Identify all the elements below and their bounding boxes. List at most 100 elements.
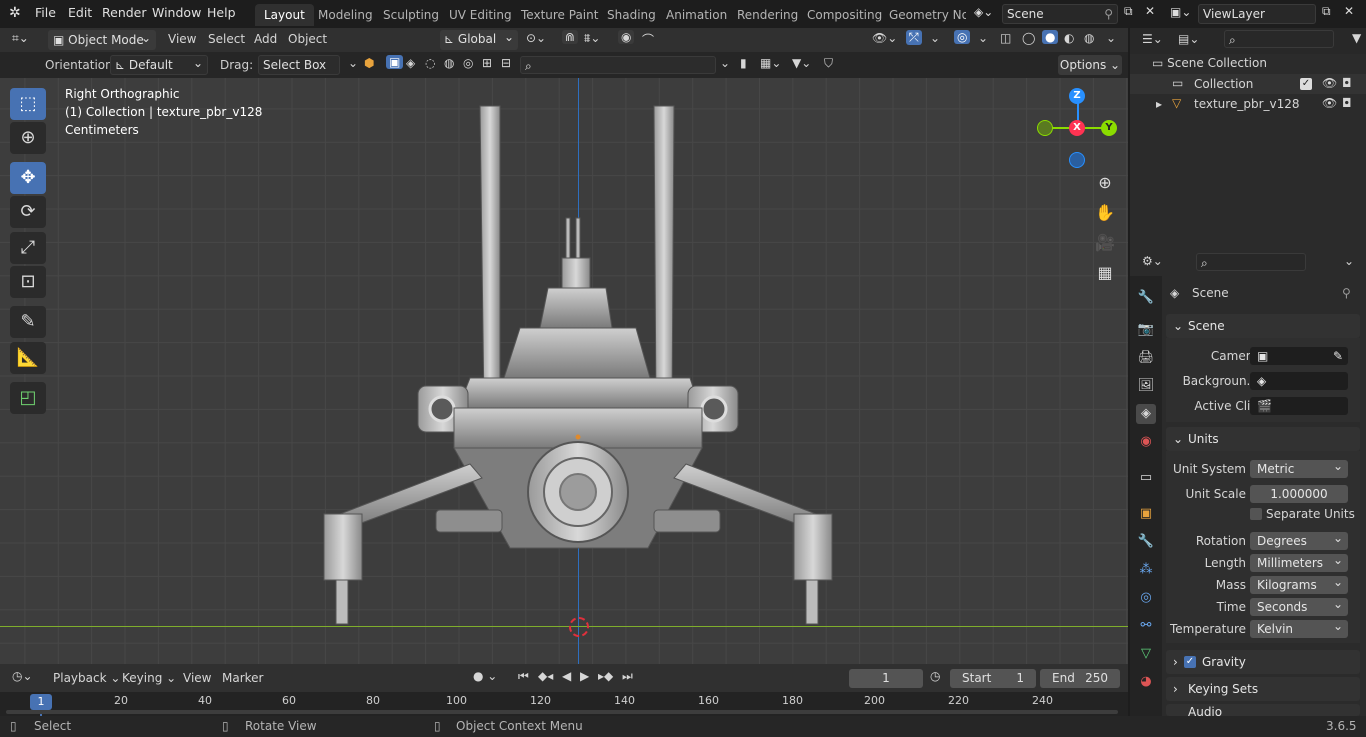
tab-shading[interactable]: Shading [598,4,665,26]
menu-edit[interactable]: Edit [68,5,92,20]
timeline-view-menu[interactable]: View [183,671,211,685]
jump-start-icon[interactable]: ⏮ [518,669,529,684]
curve-filter-icon[interactable]: ◌ [425,56,435,70]
mass-dropdown[interactable]: Kilograms [1250,573,1348,594]
eye-icon[interactable]: 👁 [1322,96,1337,110]
falloff-icon[interactable]: ⌒ [642,31,654,48]
menu-window[interactable]: Window [152,5,201,20]
playhead-indicator[interactable]: 1 [30,694,52,710]
eye-icon[interactable]: 👁 [1322,76,1337,90]
move-tool[interactable]: ✥ [10,162,46,194]
keying-menu[interactable]: Keying ⌄ [122,671,176,685]
add-cube-tool[interactable]: ◰ [10,382,46,414]
orientation-dropdown[interactable]: ⊾ Default ⌄ [110,55,208,75]
properties-editor-icon[interactable]: ⚙⌄ [1142,254,1163,268]
material-tab-icon[interactable]: ◕ [1136,672,1156,692]
light-filter-icon[interactable]: ◍ [444,56,454,70]
navigation-gizmo[interactable]: Z Y X [1036,88,1120,172]
camera-render-icon[interactable]: ◘ [1342,76,1352,90]
eyedropper-icon[interactable]: ✎ [1333,347,1343,365]
snap-target-icon[interactable]: ⩩⌄ [584,31,600,46]
pan-hand-icon[interactable]: ✋ [1094,202,1116,224]
world-tab-icon[interactable]: ◉ [1136,432,1156,452]
other-filter-icon[interactable]: ⊟ [501,56,511,70]
modifiers-tab-icon[interactable]: 🔧 [1136,532,1156,552]
remove-scene-icon[interactable]: ✕ [1145,4,1155,18]
blender-logo-icon[interactable]: ✲ [9,5,21,21]
play-icon[interactable]: ▶ [580,669,589,683]
gizmo-y-axis[interactable]: Y [1101,120,1117,136]
xray-icon[interactable]: ◫ [1000,31,1011,45]
viewlayer-name-field[interactable]: ViewLayer [1198,4,1316,24]
new-scene-icon[interactable]: ⧉ [1124,4,1133,19]
3d-viewport[interactable]: Right Orthographic (1) Collection | text… [0,78,1128,664]
annotate-tool[interactable]: ✎ [10,306,46,338]
timeline-scrollbar[interactable] [6,710,1118,714]
3d-cursor[interactable] [569,617,589,637]
cursor-tool[interactable]: ⊕ [10,122,46,154]
zoom-icon[interactable]: ⊕ [1094,172,1116,194]
gravity-panel-header[interactable]: › ✓ Gravity [1166,650,1360,674]
gizmo-neg-y-axis[interactable] [1037,120,1053,136]
solid-shading-icon[interactable]: ● [1042,30,1059,44]
filter-dropdown-icon[interactable]: ⌄ [720,56,730,70]
tab-layout[interactable]: Layout [255,4,314,26]
gravity-checkbox[interactable]: ✓ [1184,656,1196,668]
filter-icon[interactable]: ▼ [1352,31,1361,45]
chevron-down-icon[interactable]: ⌄ [348,56,358,70]
pin-icon[interactable]: ⚲ [1342,286,1351,300]
scene-icon[interactable]: ◈⌄ [974,5,993,19]
unit-scale-field[interactable]: 1.000000 [1250,485,1348,503]
tab-sculpting[interactable]: Sculpting [374,4,448,26]
data-tab-icon[interactable]: ▽ [1136,644,1156,664]
active-clip-field[interactable]: 🎬 [1250,397,1348,415]
material-shading-icon[interactable]: ◐ [1064,31,1074,45]
gizmo-z-axis[interactable]: Z [1069,88,1085,104]
filter-icon[interactable]: ▼⌄ [792,56,811,70]
menu-render[interactable]: Render [102,5,147,20]
tab-modeling[interactable]: Modeling [309,4,382,26]
gizmo-x-axis[interactable]: X [1069,120,1085,136]
menu-file[interactable]: File [35,5,56,20]
wireframe-shading-icon[interactable]: ◯ [1022,31,1035,45]
collection-tab-icon[interactable]: ▭ [1136,468,1156,488]
temperature-dropdown[interactable]: Kelvin [1250,617,1348,638]
gizmo-neg-z-axis[interactable] [1069,152,1085,168]
exclude-checkbox[interactable]: ✓ [1300,78,1312,90]
camera-render-icon[interactable]: ◘ [1342,96,1352,110]
properties-search-input[interactable]: ⌕ [1196,253,1306,271]
new-viewlayer-icon[interactable]: ⧉ [1322,4,1331,19]
empty-filter-icon[interactable]: ⊞ [482,56,492,70]
unit-system-dropdown[interactable]: Metric [1250,457,1348,478]
outliner-row-object[interactable]: ▸ ▽ texture_pbr_v128 👁 ◘ [1130,94,1366,114]
tab-animation[interactable]: Animation [657,4,736,26]
expand-arrow-icon[interactable]: ▸ [1156,97,1162,111]
display-mode-icon[interactable]: ▤⌄ [1178,32,1199,46]
tool-tab-icon[interactable]: 🔧 [1136,288,1156,308]
camera-view-icon[interactable]: 🎥 [1094,232,1116,254]
visibility-icon[interactable]: 👁⌄ [872,31,897,45]
separate-units-checkbox[interactable] [1250,508,1262,520]
select-tool[interactable]: ⬚ [10,88,46,120]
menu-help[interactable]: Help [207,5,236,20]
bookmark-icon[interactable]: ▮ [740,56,747,70]
rendered-shading-icon[interactable]: ◍ [1084,31,1094,45]
mode-selector[interactable]: ▣ Object Mode ⌄ [48,30,156,50]
marker-menu[interactable]: Marker [222,671,263,685]
camera-field[interactable]: ▣ ✎ [1250,347,1348,365]
start-frame-field[interactable]: Start 1 [950,669,1036,688]
restriction-icon[interactable]: ⛉ [824,56,833,71]
pivot-point-icon[interactable]: ⊙⌄ [526,31,546,45]
object-tab-icon[interactable]: ▣ [1136,504,1156,524]
gizmo-toggle-icon[interactable]: ⤱ [906,30,922,45]
prev-keyframe-icon[interactable]: ◆◂ [538,669,553,683]
jump-end-icon[interactable]: ⏭ [622,669,633,684]
tab-geometry-nodes[interactable]: Geometry Noc [880,4,966,26]
constraints-tab-icon[interactable]: ⚯ [1136,616,1156,636]
scene-collection-row[interactable]: ▭ Scene Collection [1152,56,1267,70]
transform-orientation-dropdown[interactable]: ⊾ Global ⌄ [440,30,518,50]
outliner-editor-icon[interactable]: ☰⌄ [1142,32,1163,46]
object-types-icon[interactable]: ⬢ [364,56,374,70]
shading-dropdown-icon[interactable]: ⌄ [1106,31,1116,45]
current-frame-field[interactable]: 1 [849,669,923,688]
